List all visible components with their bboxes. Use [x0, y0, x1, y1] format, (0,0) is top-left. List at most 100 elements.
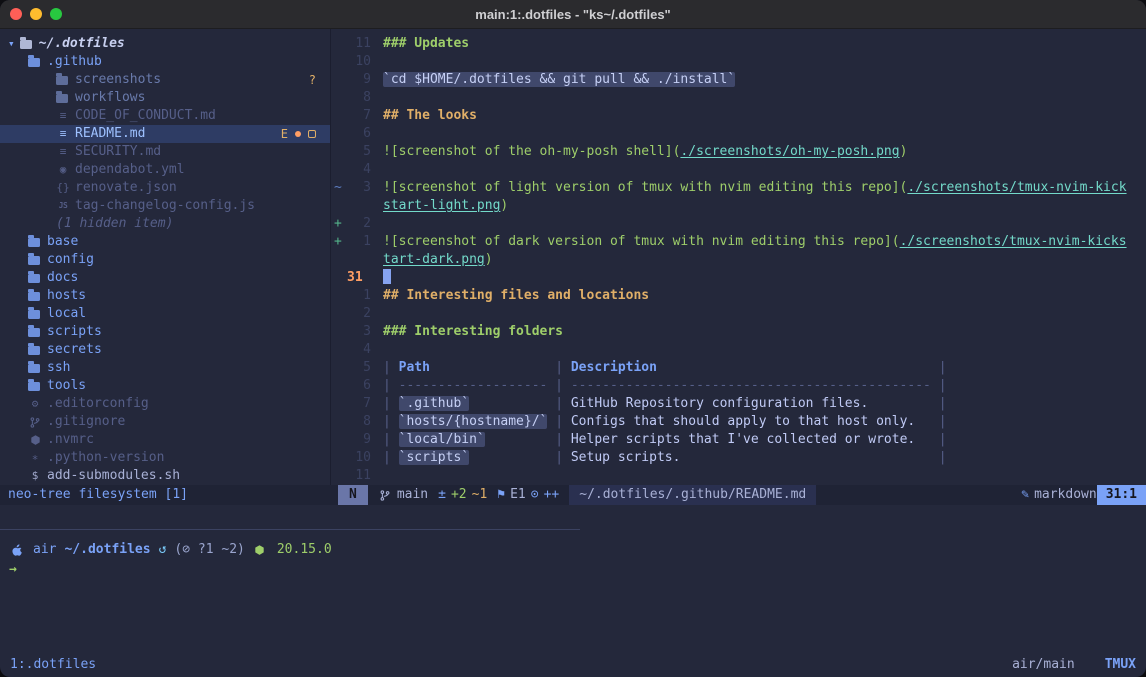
tree-item-dependabot-yml[interactable]: ◉dependabot.yml [0, 161, 330, 179]
tree-item-github[interactable]: .github [0, 53, 330, 71]
tree-item-security-md[interactable]: ≡SECURITY.md [0, 143, 330, 161]
tree-item-screenshots[interactable]: screenshots? [0, 71, 330, 89]
tree-item-label: SECURITY.md [75, 143, 161, 161]
prompt-segment: 20.15.0 [253, 542, 332, 557]
tree-item-label: ssh [47, 359, 70, 377]
line-text: tart-dark.png) [383, 251, 493, 269]
diff-icon: ± [438, 485, 446, 505]
tree-item-editorconfig[interactable]: ⚙.editorconfig [0, 395, 330, 413]
tree-item-config[interactable]: config [0, 251, 330, 269]
tree-item-dotfiles[interactable]: ▾~/.dotfiles [0, 35, 330, 53]
text-segment-img: ![screenshot of the oh-my-posh shell]( [383, 144, 680, 159]
tree-item-add-submodules-sh[interactable]: $add-submodules.sh [0, 467, 330, 485]
gutter-sign [331, 395, 347, 413]
folder-icon [28, 256, 40, 265]
editor-line-9[interactable]: 9`cd $HOME/.dotfiles && git pull && ./in… [331, 71, 1146, 89]
editor-line-wrap[interactable]: start-light.png) [331, 197, 1146, 215]
tree-item-label: (1 hidden item) [56, 215, 173, 233]
line-text: ## The looks [383, 107, 477, 125]
text-segment-code: `.github` [399, 396, 469, 411]
editor-line-5[interactable]: 5| Path | Description | [331, 359, 1146, 377]
tree-item-renovate-json[interactable]: {}renovate.json [0, 179, 330, 197]
text-segment-img: ) [500, 198, 508, 213]
tree-item-nvmrc[interactable]: .nvmrc [0, 431, 330, 449]
editor-line-6[interactable]: 6| ------------------- | ---------------… [331, 377, 1146, 395]
zoom-button[interactable] [50, 8, 62, 20]
editor-line-6[interactable]: 6 [331, 125, 1146, 143]
text-segment-punct: | [469, 450, 571, 465]
tree-item-docs[interactable]: docs [0, 269, 330, 287]
folder-icon [56, 94, 68, 103]
diagnostics: ⚑ E1 ⊙ ++ [497, 485, 559, 505]
editor-line-8[interactable]: 8 [331, 89, 1146, 107]
tree-item-tag-changelog-config-js[interactable]: JStag-changelog-config.js [0, 197, 330, 215]
statusline: N main ± +2 ~1 ⚑ E1 ⊙ ++ ~/.dotfiles/.gi… [338, 485, 1146, 505]
text-segment-img: ![screenshot of dark version of tmux wit… [383, 234, 900, 249]
diff-added: +2 [451, 485, 467, 505]
tree-item-workflows[interactable]: workflows [0, 89, 330, 107]
tree-item-secrets[interactable]: secrets [0, 341, 330, 359]
editor-line-7[interactable]: 7| `.github` | GitHub Repository configu… [331, 395, 1146, 413]
editor-line-5[interactable]: 5![screenshot of the oh-my-posh shell](.… [331, 143, 1146, 161]
terminal-pane[interactable]: air~/.dotfiles↺(⊘ ?1 ~2)20.15.0 → [0, 505, 1146, 651]
editor-line-31[interactable]: 31 [331, 269, 1146, 287]
tree-item-1-hidden-item[interactable]: (1 hidden item) [0, 215, 330, 233]
editor-cursor [383, 269, 391, 284]
close-button[interactable] [10, 8, 22, 20]
editor-line-3[interactable]: ~3![screenshot of light version of tmux … [331, 179, 1146, 197]
dependabot-icon: ◉ [56, 161, 70, 179]
editor-line-7[interactable]: 7## The looks [331, 107, 1146, 125]
line-text: ![screenshot of the oh-my-posh shell](./… [383, 143, 907, 161]
node-icon [253, 544, 267, 556]
line-number: 8 [347, 89, 371, 107]
minimize-button[interactable] [30, 8, 42, 20]
text-segment-th: Description [571, 360, 657, 375]
editor-line-11[interactable]: 11### Updates [331, 35, 1146, 53]
tree-item-code-of-conduct-md[interactable]: ≡CODE_OF_CONDUCT.md [0, 107, 330, 125]
gutter-sign [331, 323, 347, 341]
editor-line-1[interactable]: +1 ![screenshot of dark version of tmux w… [331, 233, 1146, 251]
editor-line-2[interactable]: 2 [331, 305, 1146, 323]
tree-item-python-version[interactable]: ∗.python-version [0, 449, 330, 467]
untracked-mark: ? [309, 71, 316, 89]
line-text: | ------------------- | ----------------… [383, 377, 947, 395]
tmux-status-bar: 1:.dotfiles air/main TMUX [0, 651, 1146, 677]
editor-line-4[interactable]: 4 [331, 341, 1146, 359]
tree-item-label: hosts [47, 287, 86, 305]
line-number: 10 [347, 449, 371, 467]
item-badges: ? [309, 71, 330, 89]
text-segment-punct: | [680, 450, 946, 465]
node-icon [28, 434, 42, 446]
editor-line-4[interactable]: 4 [331, 161, 1146, 179]
git-branch-icon [378, 489, 392, 502]
tree-item-local[interactable]: local [0, 305, 330, 323]
prompt-arrow[interactable]: → [9, 562, 1146, 577]
editor-buffer[interactable]: 11### Updates109`cd $HOME/.dotfiles && g… [330, 29, 1146, 485]
gutter-sign: + [331, 233, 347, 251]
git-diff: ± +2 ~1 [438, 485, 487, 505]
tree-item-gitignore[interactable]: .gitignore [0, 413, 330, 431]
editor-line-10[interactable]: 10 [331, 53, 1146, 71]
tree-item-readme-md[interactable]: ≡README.mdE [0, 125, 330, 143]
editor-line-1[interactable]: 1## Interesting files and locations [331, 287, 1146, 305]
gutter-sign [331, 197, 347, 215]
tree-item-hosts[interactable]: hosts [0, 287, 330, 305]
tree-item-ssh[interactable]: ssh [0, 359, 330, 377]
editor-line-11[interactable]: 11 [331, 467, 1146, 485]
editor-line-3[interactable]: 3### Interesting folders [331, 323, 1146, 341]
tree-item-label: .python-version [47, 449, 164, 467]
folder-icon [28, 382, 40, 391]
editor-line-9[interactable]: 9| `local/bin` | Helper scripts that I'v… [331, 431, 1146, 449]
tree-item-tools[interactable]: tools [0, 377, 330, 395]
line-number: 1 [347, 233, 371, 251]
prompt-segment-text: ↺ [159, 542, 167, 557]
tree-item-label: .editorconfig [47, 395, 149, 413]
tree-item-scripts[interactable]: scripts [0, 323, 330, 341]
editor-line-2[interactable]: +2 [331, 215, 1146, 233]
tree-item-base[interactable]: base [0, 233, 330, 251]
editor-line-10[interactable]: 10| `scripts` | Setup scripts. | [331, 449, 1146, 467]
editor-line-wrap[interactable]: tart-dark.png) [331, 251, 1146, 269]
tmux-window-label[interactable]: 1:.dotfiles [10, 657, 96, 672]
folder-icon [28, 274, 40, 283]
editor-line-8[interactable]: 8| `hosts/{hostname}/` | Configs that sh… [331, 413, 1146, 431]
